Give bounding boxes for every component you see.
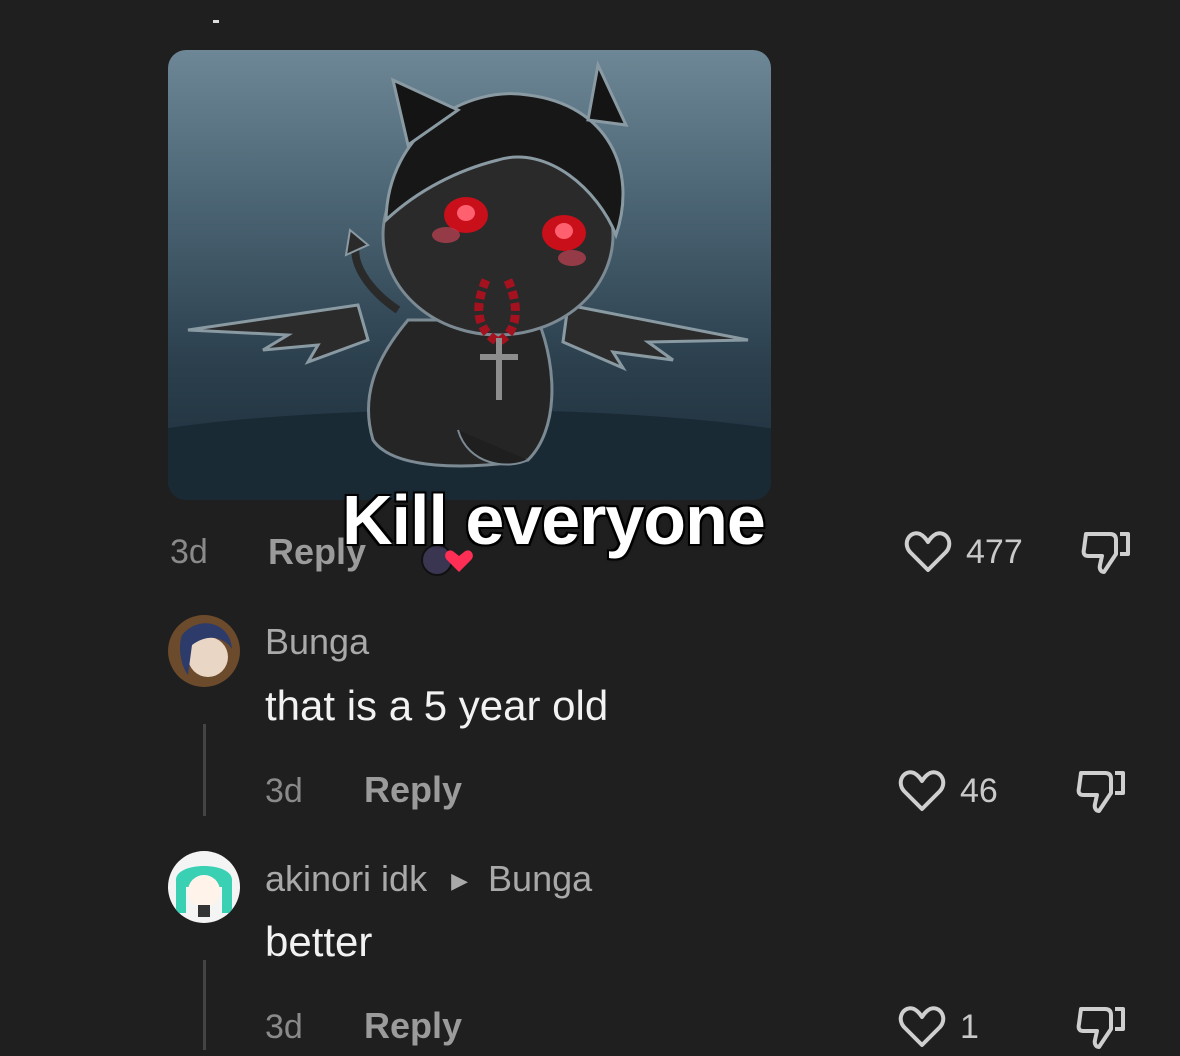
caret-right-icon: ▶ [451, 868, 469, 894]
thumbs-down-icon[interactable] [1075, 767, 1127, 815]
like-count: 1 [960, 1008, 979, 1046]
reply-button[interactable]: Reply [364, 1005, 462, 1047]
comment-timestamp: 3d [265, 772, 303, 810]
reply-button[interactable]: Reply [364, 769, 462, 811]
comment-timestamp: 3d [170, 533, 208, 571]
comment-username-text[interactable]: akinori idk [265, 858, 427, 899]
replied-to-username[interactable]: Bunga [488, 858, 592, 899]
thread-line [203, 960, 206, 1050]
like-heart-icon[interactable] [896, 767, 948, 815]
user-avatar[interactable] [168, 615, 240, 687]
thread-line [203, 724, 206, 816]
top-edge-mark [213, 20, 219, 23]
comment-text: better [265, 918, 373, 965]
comment-text: that is a 5 year old [265, 682, 609, 729]
like-heart-icon[interactable] [902, 528, 954, 576]
chibi-devil-artwork [168, 60, 771, 500]
like-count: 46 [960, 772, 998, 810]
comment-username[interactable]: Bunga [265, 621, 369, 663]
comment-timestamp: 3d [265, 1008, 303, 1046]
video-overlay-caption: Kill everyone [342, 481, 766, 559]
user-avatar[interactable] [168, 851, 240, 923]
thumbs-down-icon[interactable] [1080, 528, 1132, 576]
comment-username[interactable]: akinori idk ▶ Bunga [265, 858, 592, 900]
like-count: 477 [966, 533, 1023, 571]
comment-image-attachment[interactable] [168, 50, 771, 500]
